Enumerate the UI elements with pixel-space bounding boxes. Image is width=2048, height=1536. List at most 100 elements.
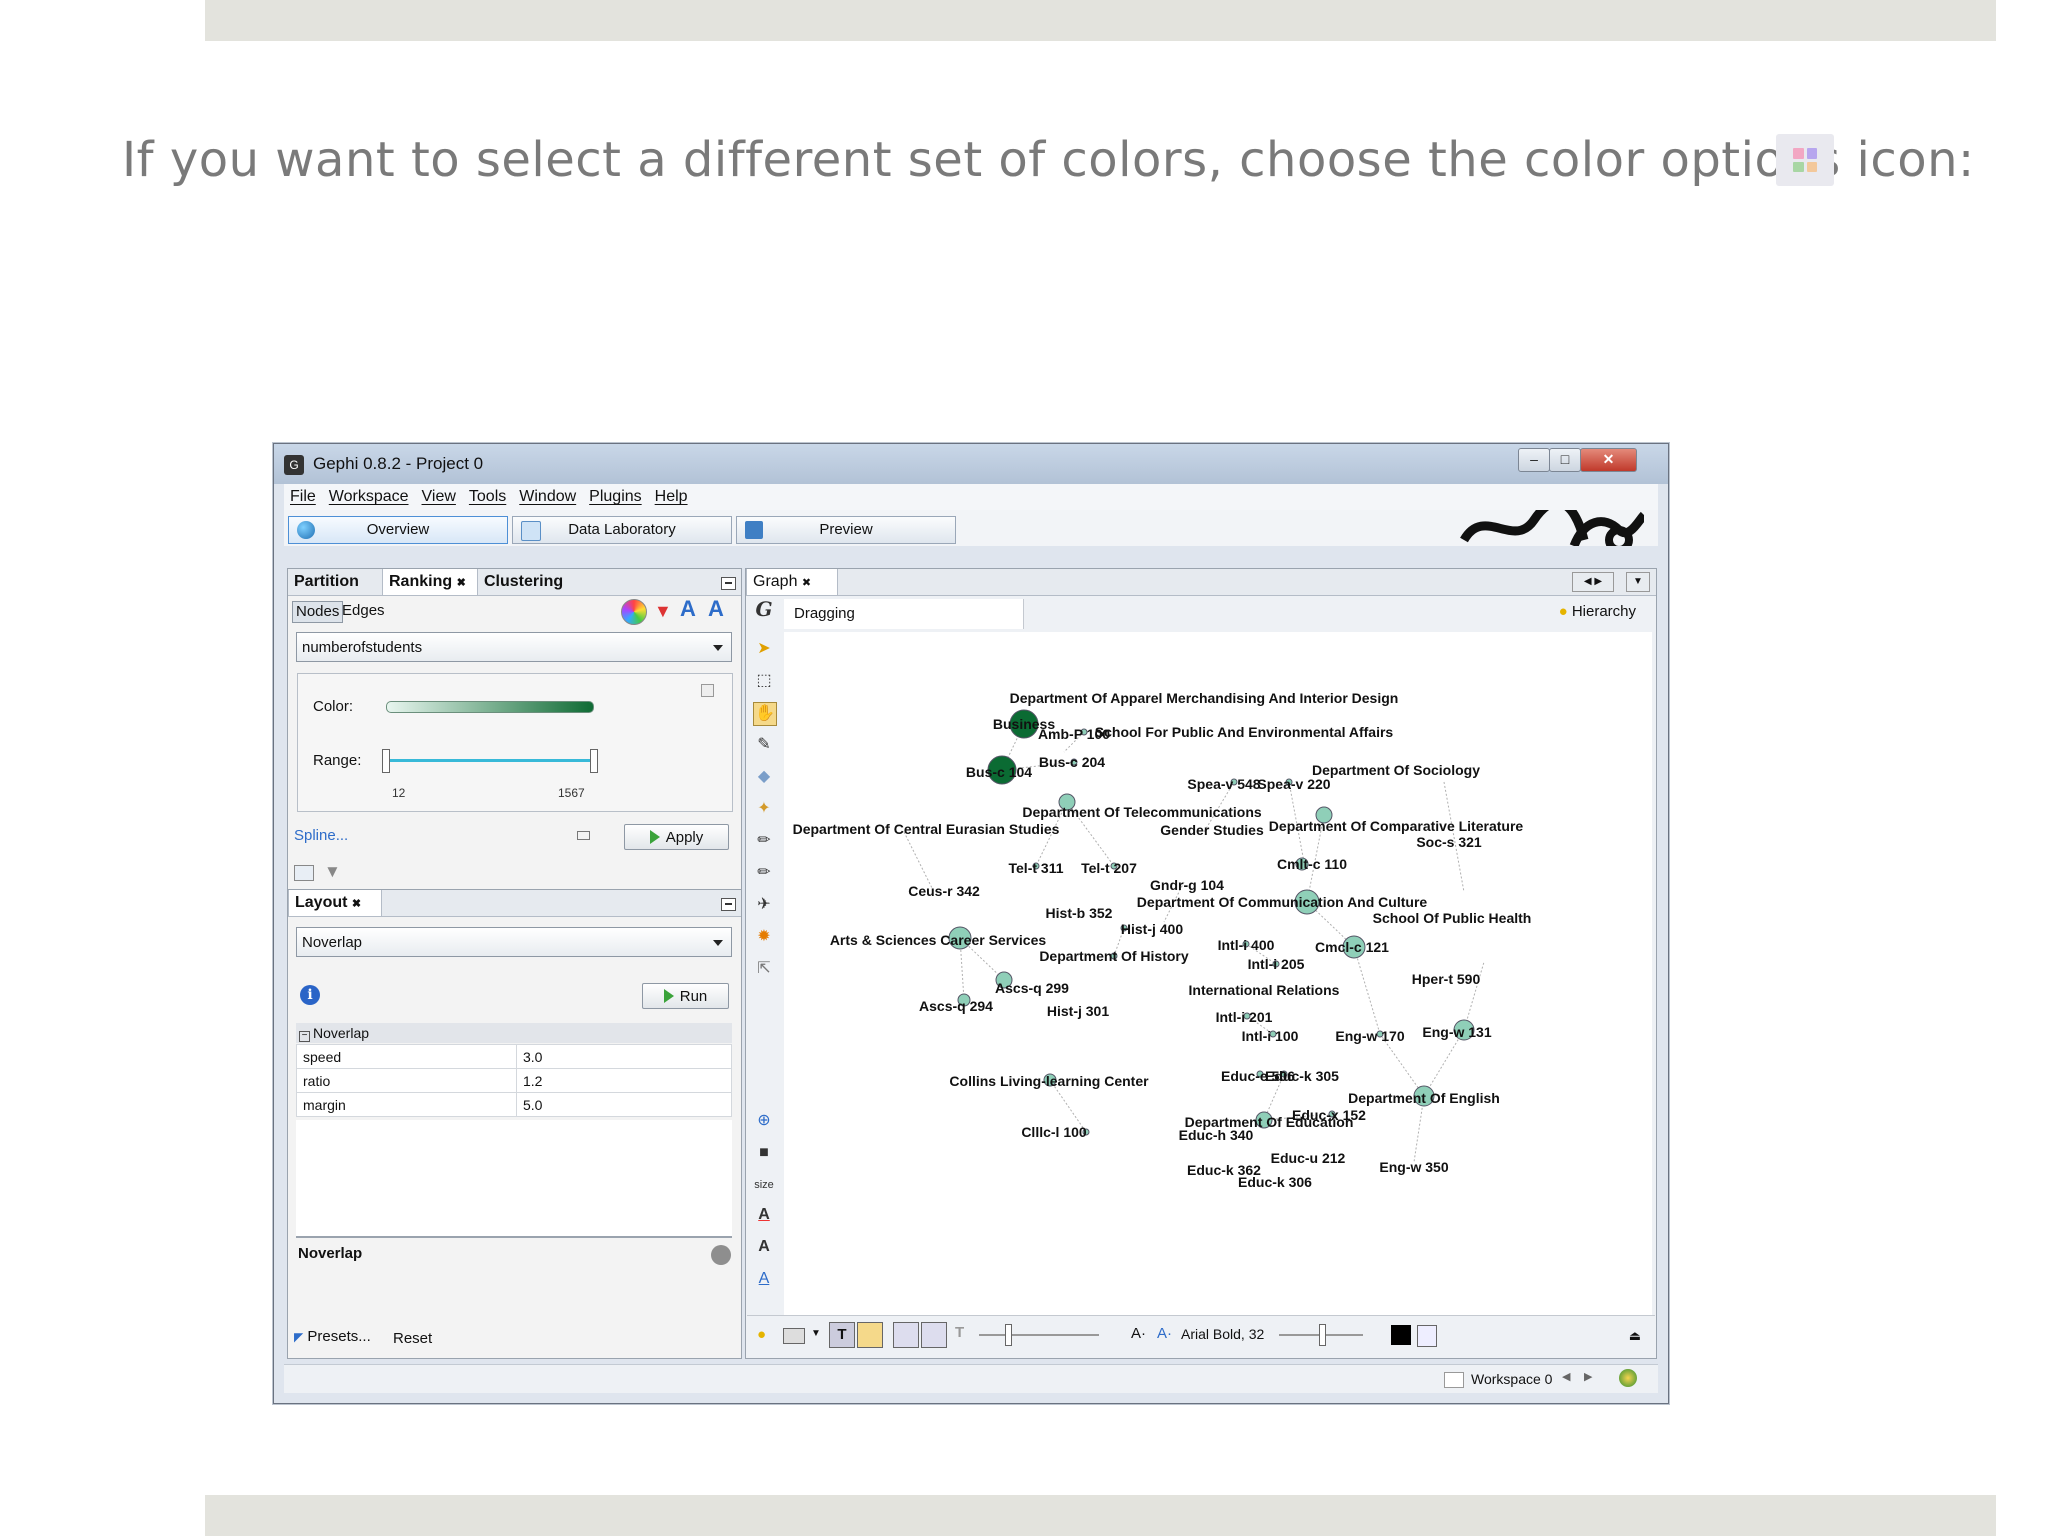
reset-button[interactable]: Reset xyxy=(393,1330,432,1347)
clipboard-icon[interactable] xyxy=(1417,1325,1437,1347)
label-size-handle[interactable] xyxy=(1319,1324,1326,1346)
minimize-icon[interactable]: – xyxy=(1518,448,1550,472)
title-bar[interactable]: G Gephi 0.8.2 - Project 0 – □ ✕ xyxy=(274,444,1668,484)
close-tab-icon[interactable]: ✖ xyxy=(802,577,811,589)
property-value[interactable]: 5.0 xyxy=(516,1092,732,1117)
brush-icon[interactable]: ✎ xyxy=(753,734,775,756)
property-value[interactable]: 1.2 xyxy=(516,1068,732,1093)
collapse-icon[interactable]: − xyxy=(299,1031,310,1042)
pointer-icon[interactable]: ➤ xyxy=(753,638,775,660)
notifications-icon[interactable] xyxy=(1619,1369,1637,1387)
menu-window[interactable]: Window xyxy=(519,484,576,510)
subtab-nodes[interactable]: Nodes xyxy=(292,601,344,623)
background-color-icon[interactable]: ■ xyxy=(753,1142,775,1164)
graph-canvas[interactable]: Department Of Apparel Merchandising And … xyxy=(784,632,1652,1315)
label-size-icon[interactable]: A xyxy=(753,1268,775,1290)
edge-color-icon[interactable] xyxy=(921,1322,947,1348)
range-max-handle[interactable] xyxy=(590,749,598,773)
heat-map-icon[interactable]: ✹ xyxy=(753,926,775,948)
menu-workspace[interactable]: Workspace xyxy=(329,484,409,510)
tab-preview[interactable]: Preview xyxy=(736,516,956,544)
lock-icon[interactable]: ⏏ xyxy=(1629,1328,1641,1344)
color-options-icon[interactable] xyxy=(701,684,714,697)
lightbulb-icon[interactable]: ● xyxy=(757,1326,766,1343)
painter-icon[interactable]: ✦ xyxy=(753,798,775,820)
spline-link[interactable]: Spline... xyxy=(294,827,348,844)
spline-editor-icon[interactable] xyxy=(577,831,590,840)
tab-scroll-arrows-icon[interactable]: ◀ ▶ xyxy=(1572,572,1614,592)
close-tab-icon[interactable]: ✖ xyxy=(457,577,466,589)
edge-visibility-icon[interactable] xyxy=(893,1322,919,1348)
presets-menu[interactable]: ◤ Presets... xyxy=(294,1328,371,1345)
filter-icon[interactable]: ▼ xyxy=(324,862,341,882)
property-section-header[interactable]: − Noverlap xyxy=(296,1023,732,1043)
previous-workspace-icon[interactable]: ◀ xyxy=(1562,1370,1570,1383)
tab-clustering[interactable]: Clustering xyxy=(478,569,594,595)
table-row[interactable]: speed 3.0 xyxy=(296,1044,732,1069)
attribute-dropdown[interactable]: numberofstudents xyxy=(296,632,732,662)
color-ranking-icon[interactable] xyxy=(621,599,647,625)
size-label[interactable]: size xyxy=(753,1174,775,1196)
edge-scale-slider[interactable] xyxy=(979,1334,1099,1336)
size-ranking-icon[interactable]: ▼ xyxy=(654,601,672,621)
minimize-panel-icon[interactable] xyxy=(721,898,736,911)
show-edge-labels-icon[interactable] xyxy=(857,1322,883,1348)
tab-layout[interactable]: Layout ✖ xyxy=(288,890,382,916)
menu-help[interactable]: Help xyxy=(655,484,688,510)
text-icon[interactable]: T xyxy=(955,1324,964,1341)
drag-hand-icon[interactable]: ✋ xyxy=(753,702,777,726)
maximize-icon[interactable]: □ xyxy=(1549,448,1581,472)
range-min-handle[interactable] xyxy=(382,749,390,773)
zoom-fit-icon[interactable]: ⊕ xyxy=(753,1110,775,1132)
hierarchy-toggle[interactable]: ● Hierarchy xyxy=(1559,603,1636,620)
font-selector[interactable]: Arial Bold, 32 xyxy=(1181,1326,1264,1342)
tab-overview[interactable]: Overview xyxy=(288,516,508,544)
label-color-icon[interactable]: A xyxy=(680,597,696,621)
chevron-down-icon[interactable]: ▼ xyxy=(811,1328,821,1339)
apply-button[interactable]: Apply xyxy=(624,824,729,850)
chevron-down-icon xyxy=(713,645,723,651)
table-row[interactable]: ratio 1.2 xyxy=(296,1068,732,1093)
menu-plugins[interactable]: Plugins xyxy=(589,484,641,510)
layout-algorithm-dropdown[interactable]: Noverlap xyxy=(296,927,732,957)
label-color-swatch[interactable] xyxy=(1391,1325,1411,1345)
graph-network[interactable]: Department Of Apparel Merchandising And … xyxy=(784,632,1652,1315)
minimize-panel-icon[interactable] xyxy=(721,577,736,590)
run-button[interactable]: Run xyxy=(642,983,729,1009)
close-icon[interactable]: ✕ xyxy=(1580,448,1637,472)
layout-panel: Layout ✖ Noverlap i Run − Noverlap speed 3… xyxy=(287,889,742,1359)
edge-scale-handle[interactable] xyxy=(1005,1324,1012,1346)
pencil-icon[interactable]: ✏ xyxy=(753,830,775,852)
shortest-path-icon[interactable]: ✈ xyxy=(753,894,775,916)
font-size-decrease-icon[interactable]: A· xyxy=(1131,1325,1146,1342)
label-font-icon[interactable]: A xyxy=(753,1236,775,1258)
edge-pencil-icon[interactable]: ✏ xyxy=(753,862,775,884)
info-icon[interactable]: i xyxy=(300,985,320,1005)
diamond-icon[interactable]: ◆ xyxy=(753,766,775,788)
result-list-icon[interactable] xyxy=(294,865,314,881)
tab-list-dropdown-icon[interactable]: ▼ xyxy=(1626,572,1650,592)
menu-view[interactable]: View xyxy=(422,484,456,510)
next-workspace-icon[interactable]: ▶ xyxy=(1584,1370,1592,1383)
property-value[interactable]: 3.0 xyxy=(516,1044,732,1069)
color-gradient[interactable] xyxy=(386,701,594,713)
label-size-icon[interactable]: A xyxy=(708,597,724,621)
label-color-icon[interactable]: A xyxy=(753,1204,775,1226)
tab-ranking[interactable]: Ranking ✖ xyxy=(382,569,478,595)
graph-node-label: Department Of Apparel Merchandising And … xyxy=(1010,690,1399,706)
rectangle-select-icon[interactable]: ⬚ xyxy=(753,670,775,692)
screenshot-icon[interactable] xyxy=(783,1328,805,1344)
font-size-increase-icon[interactable]: A· xyxy=(1157,1325,1172,1342)
subtab-edges[interactable]: Edges xyxy=(342,601,385,621)
tab-graph[interactable]: Graph ✖ xyxy=(746,569,838,595)
table-row[interactable]: margin 5.0 xyxy=(296,1092,732,1117)
help-pointer-icon[interactable]: ⇱ xyxy=(753,958,775,980)
close-tab-icon[interactable]: ✖ xyxy=(352,898,361,910)
show-node-labels-icon[interactable]: T xyxy=(829,1322,855,1348)
tab-data-laboratory[interactable]: Data Laboratory xyxy=(512,516,732,544)
menu-tools[interactable]: Tools xyxy=(469,484,506,510)
graph-node-label: Department Of Communication And Culture xyxy=(1137,894,1428,910)
tab-partition[interactable]: Partition xyxy=(288,569,384,595)
graph-node-label: Intl-i 205 xyxy=(1248,956,1305,972)
menu-file[interactable]: File xyxy=(290,484,316,510)
